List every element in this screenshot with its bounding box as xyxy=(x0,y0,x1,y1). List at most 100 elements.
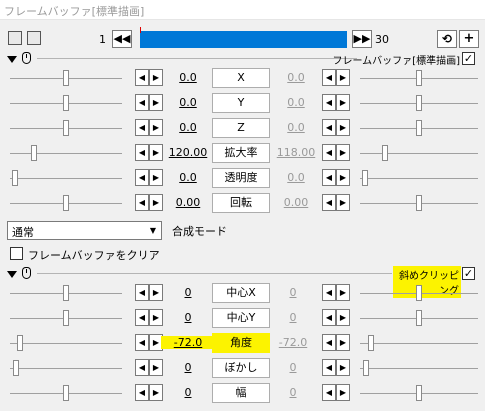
slider-thumb[interactable] xyxy=(416,195,422,211)
start-value[interactable]: 0 xyxy=(161,311,215,324)
decrement-arrow-icon[interactable]: ◀ xyxy=(322,169,336,186)
left-slider[interactable] xyxy=(10,93,122,113)
right-slider[interactable] xyxy=(360,168,478,188)
camera-icon[interactable] xyxy=(8,31,22,45)
increment-arrow-icon[interactable]: ▶ xyxy=(336,359,350,376)
start-value[interactable]: 0.0 xyxy=(161,171,215,184)
decrement-arrow-icon[interactable]: ◀ xyxy=(135,144,149,161)
frame-range-bar[interactable] xyxy=(140,31,347,48)
increment-arrow-icon[interactable]: ▶ xyxy=(336,384,350,401)
end-value[interactable]: 0.00 xyxy=(269,196,323,209)
increment-arrow-icon[interactable]: ▶ xyxy=(336,194,350,211)
blend-mode-select[interactable]: 通常 ▼ xyxy=(7,221,162,240)
start-value[interactable]: 0.0 xyxy=(161,71,215,84)
prev-frame-button[interactable]: ◀◀ xyxy=(112,30,132,48)
slider-thumb[interactable] xyxy=(416,95,422,111)
decrement-arrow-icon[interactable]: ◀ xyxy=(135,334,149,351)
decrement-arrow-icon[interactable]: ◀ xyxy=(322,384,336,401)
parameter-button[interactable]: 角度 xyxy=(212,333,270,353)
increment-arrow-icon[interactable]: ▶ xyxy=(336,334,350,351)
left-slider[interactable] xyxy=(10,333,122,353)
next-frame-button[interactable]: ▶▶ xyxy=(352,30,372,48)
parameter-button[interactable]: 中心Y xyxy=(212,308,270,328)
decrement-arrow-icon[interactable]: ◀ xyxy=(322,359,336,376)
decrement-arrow-icon[interactable]: ◀ xyxy=(322,334,336,351)
decrement-arrow-icon[interactable]: ◀ xyxy=(135,194,149,211)
decrement-arrow-icon[interactable]: ◀ xyxy=(135,169,149,186)
end-value[interactable]: 0.0 xyxy=(269,96,323,109)
end-value[interactable]: 118.00 xyxy=(269,146,323,159)
increment-arrow-icon[interactable]: ▶ xyxy=(336,119,350,136)
slider-thumb[interactable] xyxy=(363,360,369,376)
filter-enable-checkbox[interactable]: ✓ xyxy=(462,52,475,65)
decrement-arrow-icon[interactable]: ◀ xyxy=(135,284,149,301)
slider-thumb[interactable] xyxy=(63,120,69,136)
slider-thumb[interactable] xyxy=(416,70,422,86)
start-value[interactable]: 0.0 xyxy=(161,121,215,134)
start-value[interactable]: 0.0 xyxy=(161,96,215,109)
collapse-triangle-icon[interactable] xyxy=(7,271,17,278)
decrement-arrow-icon[interactable]: ◀ xyxy=(322,144,336,161)
end-value[interactable]: -72.0 xyxy=(266,336,320,349)
slider-thumb[interactable] xyxy=(63,70,69,86)
filter-enable-checkbox[interactable]: ✓ xyxy=(462,267,475,280)
left-slider[interactable] xyxy=(10,283,122,303)
parameter-button[interactable]: Y xyxy=(212,93,270,113)
decrement-arrow-icon[interactable]: ◀ xyxy=(135,69,149,86)
collapse-triangle-icon[interactable] xyxy=(7,56,17,63)
end-value[interactable]: 0 xyxy=(266,286,320,299)
start-value[interactable]: 120.00 xyxy=(161,146,215,159)
slider-thumb[interactable] xyxy=(362,170,368,186)
increment-arrow-icon[interactable]: ▶ xyxy=(336,94,350,111)
loop-icon[interactable]: ⟲ xyxy=(437,30,457,48)
left-slider[interactable] xyxy=(10,68,122,88)
slider-thumb[interactable] xyxy=(382,145,388,161)
decrement-arrow-icon[interactable]: ◀ xyxy=(135,94,149,111)
right-slider[interactable] xyxy=(360,333,478,353)
parameter-button[interactable]: 拡大率 xyxy=(212,143,270,163)
start-value[interactable]: 0 xyxy=(161,361,215,374)
left-slider[interactable] xyxy=(10,308,122,328)
slider-thumb[interactable] xyxy=(416,385,422,401)
start-value[interactable]: 0.00 xyxy=(161,196,215,209)
slider-thumb[interactable] xyxy=(17,335,23,351)
right-slider[interactable] xyxy=(360,143,478,163)
slider-thumb[interactable] xyxy=(416,310,422,326)
decrement-arrow-icon[interactable]: ◀ xyxy=(322,309,336,326)
end-value[interactable]: 0.0 xyxy=(269,121,323,134)
settings-icon[interactable] xyxy=(27,31,41,45)
left-slider[interactable] xyxy=(10,168,122,188)
right-slider[interactable] xyxy=(360,283,478,303)
slider-thumb[interactable] xyxy=(63,95,69,111)
decrement-arrow-icon[interactable]: ◀ xyxy=(135,309,149,326)
right-slider[interactable] xyxy=(360,358,478,378)
slider-thumb[interactable] xyxy=(416,285,422,301)
slider-thumb[interactable] xyxy=(12,170,18,186)
right-slider[interactable] xyxy=(360,193,478,213)
decrement-arrow-icon[interactable]: ◀ xyxy=(322,119,336,136)
left-slider[interactable] xyxy=(10,118,122,138)
decrement-arrow-icon[interactable]: ◀ xyxy=(135,384,149,401)
start-value[interactable]: -72.0 xyxy=(161,336,215,349)
decrement-arrow-icon[interactable]: ◀ xyxy=(322,194,336,211)
slider-thumb[interactable] xyxy=(416,120,422,136)
slider-thumb[interactable] xyxy=(63,285,69,301)
decrement-arrow-icon[interactable]: ◀ xyxy=(135,359,149,376)
left-slider[interactable] xyxy=(10,358,122,378)
parameter-button[interactable]: ぼかし xyxy=(212,358,270,378)
right-slider[interactable] xyxy=(360,308,478,328)
increment-arrow-icon[interactable]: ▶ xyxy=(336,169,350,186)
decrement-arrow-icon[interactable]: ◀ xyxy=(322,94,336,111)
parameter-button[interactable]: 透明度 xyxy=(212,168,270,188)
start-value[interactable]: 0 xyxy=(161,386,215,399)
decrement-arrow-icon[interactable]: ◀ xyxy=(322,284,336,301)
clear-framebuffer-checkbox[interactable] xyxy=(10,247,23,260)
parameter-button[interactable]: X xyxy=(212,68,270,88)
end-value[interactable]: 0.0 xyxy=(269,71,323,84)
start-value[interactable]: 0 xyxy=(161,286,215,299)
parameter-button[interactable]: 回転 xyxy=(212,193,270,213)
increment-arrow-icon[interactable]: ▶ xyxy=(336,309,350,326)
right-slider[interactable] xyxy=(360,383,478,403)
parameter-button[interactable]: 中心X xyxy=(212,283,270,303)
end-value[interactable]: 0 xyxy=(266,311,320,324)
